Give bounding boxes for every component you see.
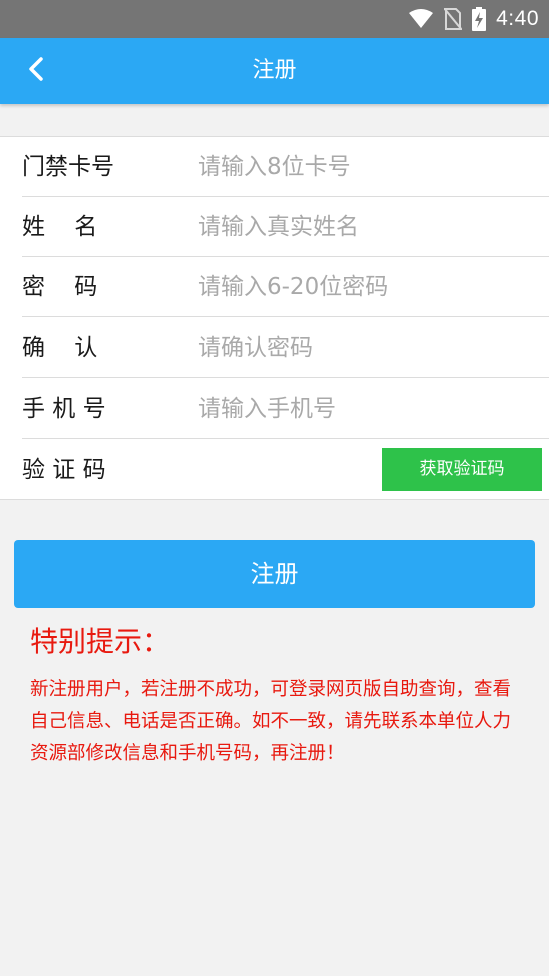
app-bar: 注册 — [0, 38, 549, 104]
page-title: 注册 — [252, 58, 297, 83]
card-number-label: 门禁卡号 — [22, 154, 114, 180]
status-icons: 4:40 — [408, 0, 539, 38]
name-input[interactable] — [198, 205, 528, 249]
phone-label: 手 机 号 — [22, 396, 106, 422]
phone-row: 手 机 号 — [22, 379, 549, 439]
phone-input[interactable] — [198, 387, 528, 431]
notice-body: 新注册用户，若注册不成功，可登录网页版自助查询，查看自己信息、电话是否正确。如不… — [30, 679, 512, 764]
password-label: 密 码 — [22, 274, 98, 300]
confirm-password-input[interactable] — [198, 326, 528, 370]
confirm-password-row: 确 认 — [22, 318, 549, 378]
verification-code-row: 验 证 码 获取验证码 — [22, 440, 549, 500]
notice-title: 特别提示： — [30, 625, 171, 658]
status-bar: 4:40 — [0, 0, 549, 38]
get-verification-code-button[interactable]: 获取验证码 — [382, 448, 542, 491]
register-button[interactable]: 注册 — [14, 540, 535, 608]
password-row: 密 码 — [22, 257, 549, 317]
password-input[interactable] — [198, 265, 528, 309]
no-sim-icon — [444, 8, 463, 30]
register-form: 门禁卡号 姓 名 密 码 确 认 手 机 号 验 证 码 获取验证码 — [0, 136, 549, 500]
status-time: 4:40 — [496, 7, 539, 30]
battery-charging-icon — [472, 7, 487, 31]
name-row: 姓 名 — [22, 197, 549, 257]
card-number-input[interactable] — [198, 145, 528, 189]
name-label: 姓 名 — [22, 214, 98, 240]
wifi-icon — [408, 9, 434, 29]
card-number-row: 门禁卡号 — [22, 137, 549, 197]
confirm-password-label: 确 认 — [22, 335, 98, 361]
verification-code-label: 验 证 码 — [22, 457, 106, 483]
